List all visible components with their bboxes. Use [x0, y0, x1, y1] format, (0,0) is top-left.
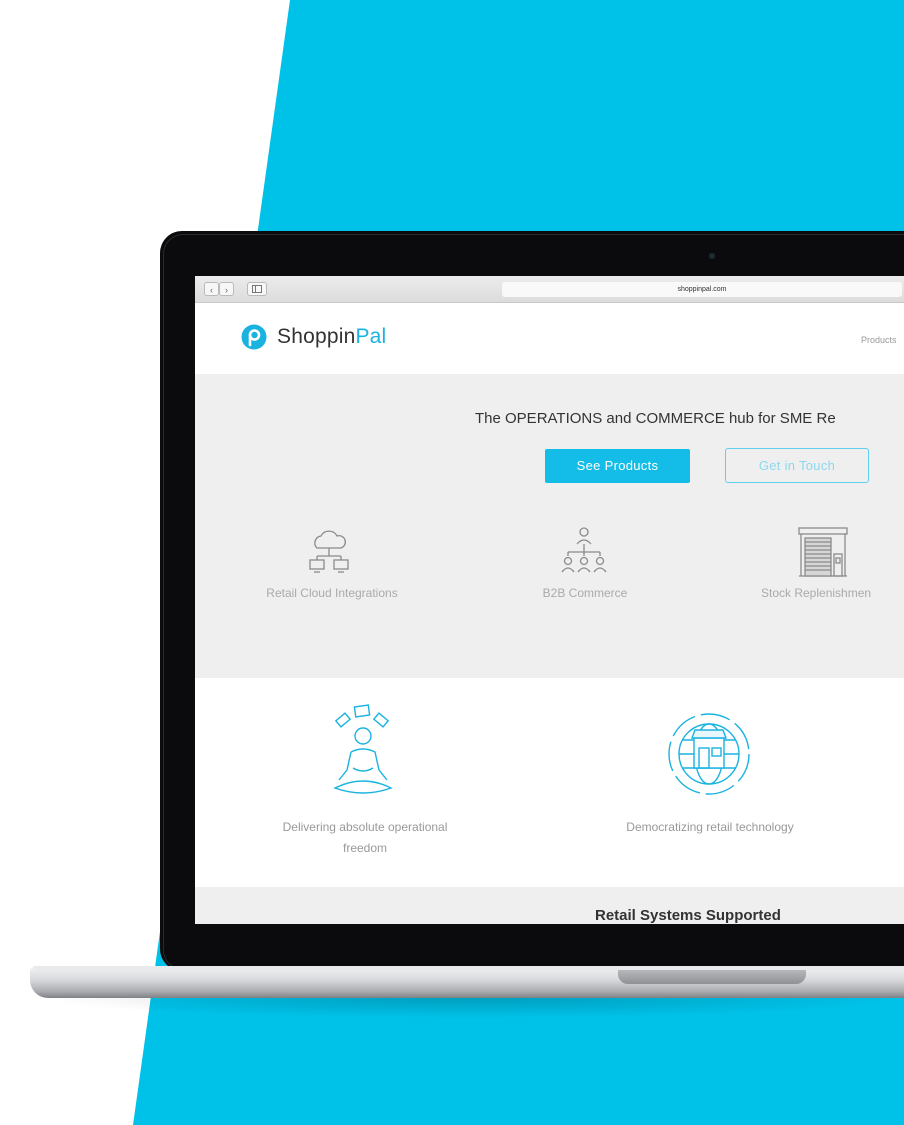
feature-label: B2B Commerce [542, 586, 628, 600]
mission-label: Democratizing retail technology [590, 817, 830, 838]
mission-label: Delivering absolute operational freedom [250, 817, 480, 859]
chevron-right-icon: › [225, 285, 228, 295]
hero-title: The OPERATIONS and COMMERCE hub for SME … [475, 410, 836, 427]
meditation-icon [333, 704, 393, 794]
shoppinpal-logo-icon[interactable] [241, 324, 267, 350]
mission-label-line: Democratizing retail technology [626, 820, 794, 834]
browser-window: ‹ › shoppinpal.com ShoppinPal Products T… [195, 276, 904, 924]
feature-label: Retail Cloud Integrations [266, 586, 398, 600]
get-in-touch-button[interactable]: Get in Touch [725, 448, 869, 483]
logo-text-pal: Pal [355, 325, 387, 348]
org-chart-icon [561, 527, 607, 573]
browser-toolbar: ‹ › shoppinpal.com [195, 276, 904, 303]
systems-title: Retail Systems Supported [595, 907, 781, 924]
sidebar-toggle-button[interactable] [247, 282, 267, 296]
cloud-network-icon [309, 530, 349, 573]
hero-section: The OPERATIONS and COMMERCE hub for SME … [195, 374, 904, 678]
mission-section: Delivering absolute operational freedom … [195, 678, 904, 887]
see-products-button[interactable]: See Products [545, 449, 690, 483]
sidebar-icon [252, 285, 262, 293]
warehouse-icon [798, 527, 848, 577]
back-button[interactable]: ‹ [204, 282, 219, 296]
mission-label-line: Delivering absolute operational [282, 820, 448, 834]
forward-button[interactable]: › [219, 282, 234, 296]
globe-store-icon [668, 713, 750, 795]
laptop-notch [618, 970, 806, 984]
camera-icon [709, 253, 715, 259]
logo-text-shoppin: Shoppin [277, 325, 356, 348]
systems-section: Retail Systems Supported [195, 887, 904, 924]
laptop-shadow [40, 998, 900, 1018]
feature-label: Stock Replenishmen [761, 586, 872, 600]
logo-text[interactable]: ShoppinPal [277, 325, 386, 349]
chevron-left-icon: ‹ [210, 285, 213, 295]
mission-label-line: freedom [342, 841, 388, 855]
nav-products-link[interactable]: Products [861, 335, 897, 345]
url-bar[interactable]: shoppinpal.com [502, 282, 902, 297]
site-header: ShoppinPal Products [195, 303, 904, 374]
